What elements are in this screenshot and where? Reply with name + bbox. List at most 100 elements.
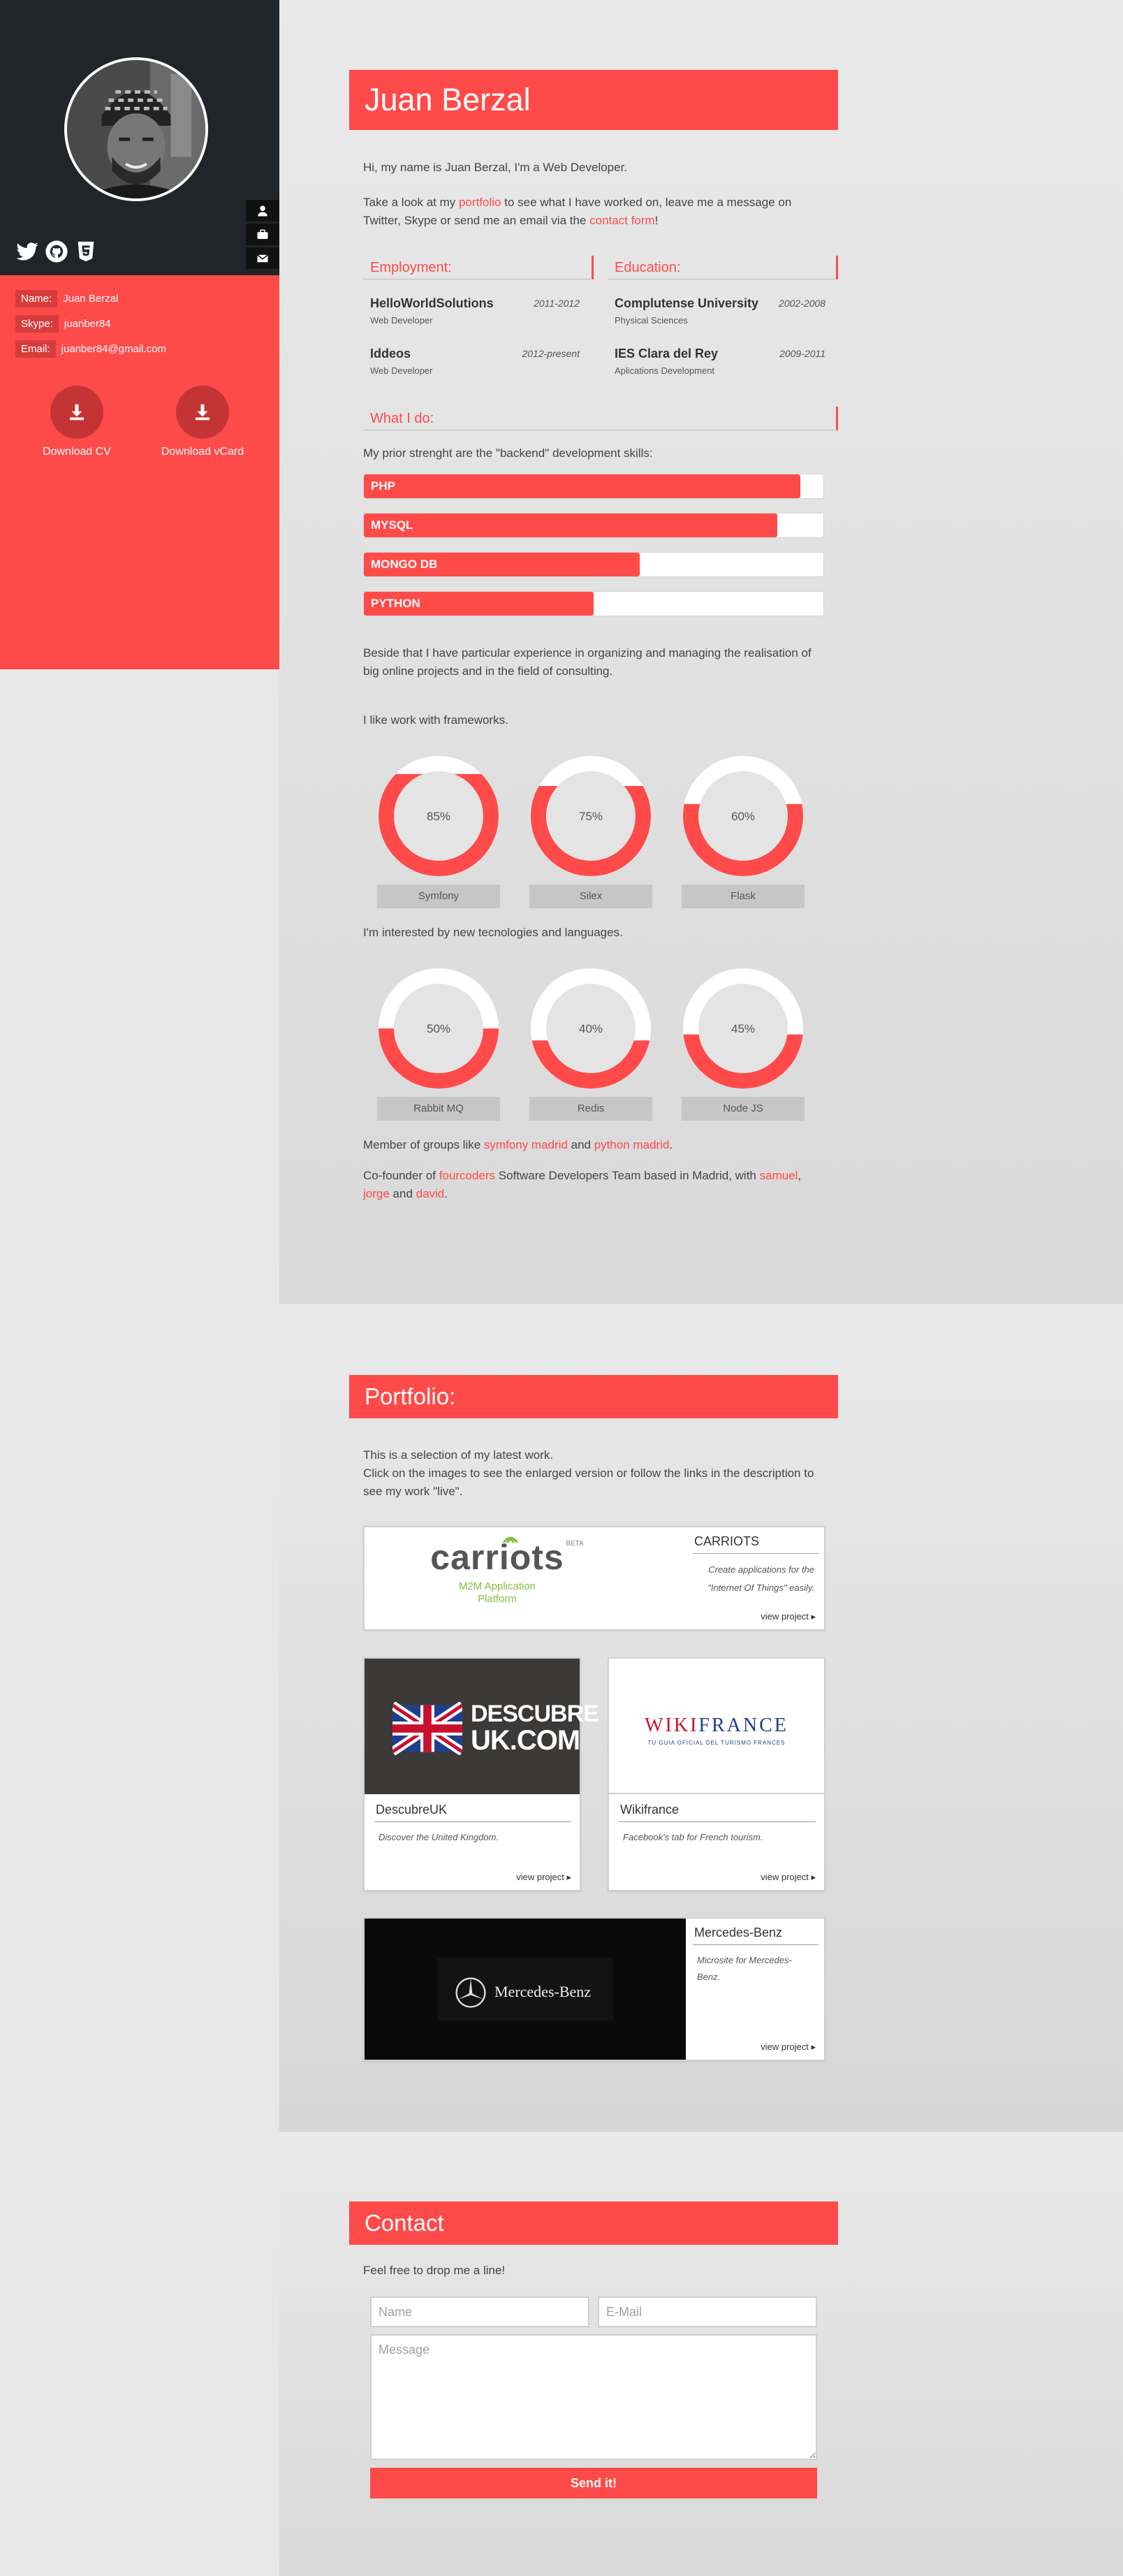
envelope-icon[interactable] — [246, 247, 279, 271]
contact-title: Contact — [365, 2210, 444, 2236]
download-vcard-label[interactable]: Download vCard — [140, 446, 265, 458]
skills-intro: My prior strenght are the "backend" deve… — [363, 446, 653, 460]
project-card-mercedes[interactable]: Mercedes-Benz Mercedes-Benz Microsite fo… — [363, 1917, 825, 2061]
email-field[interactable] — [598, 2297, 817, 2327]
mercedes-info: Mercedes-Benz Microsite for Mercedes-Ben… — [693, 1926, 819, 1993]
contact-form-link[interactable]: contact form — [589, 214, 655, 227]
david-link[interactable]: david — [416, 1187, 445, 1200]
mercedes-image[interactable]: Mercedes-Benz — [365, 1919, 686, 2060]
framework-donut: 85% Symfony — [377, 755, 500, 908]
skill-bar: PYTHON — [363, 591, 824, 616]
donut-percent: 75% — [579, 810, 603, 823]
donut-label: Silex — [529, 885, 652, 908]
project-card-descubreuk[interactable]: DESCUBRE UK.COM DescubreUK Discover the … — [363, 1657, 599, 1891]
new-tech-intro: I'm interested by new tecnologies and la… — [363, 926, 623, 939]
experience-text: Beside that I have particular experience… — [363, 646, 812, 678]
info-name: Name: Juan Berzal — [15, 289, 118, 307]
info-email-value[interactable]: juanber84@gmail.com — [61, 343, 166, 355]
view-project-link[interactable]: view project ▸ — [516, 1872, 571, 1883]
carriots-logo[interactable]: carriots BETA M2M Application Platform — [406, 1536, 588, 1606]
avatar — [64, 57, 208, 201]
skill-fill — [364, 474, 801, 498]
html5-icon[interactable] — [74, 240, 98, 263]
donut-percent: 60% — [731, 810, 755, 823]
portfolio-link[interactable]: portfolio — [459, 196, 501, 209]
donut-chart: 45% — [683, 968, 803, 1089]
view-project-link[interactable]: view project ▸ — [761, 2042, 816, 2053]
download-icon[interactable] — [50, 386, 103, 439]
employment-item: Iddeos 2012-present Web Developer — [370, 347, 580, 376]
info-email: Email: juanber84@gmail.com — [15, 340, 166, 358]
cofounder-text: Co-founder of fourcoders Software Develo… — [363, 1169, 802, 1200]
employment-heading: Employment: — [363, 256, 594, 279]
donut-chart: 60% — [683, 756, 803, 876]
user-icon[interactable] — [246, 200, 279, 224]
download-cv-label[interactable]: Download CV — [14, 446, 140, 458]
take-look-text: Take a look at my portfolio to see what … — [363, 196, 792, 227]
info-name-label: Name: — [15, 289, 58, 307]
education-heading: Education: — [608, 256, 838, 279]
tech-donut: 45% Node JS — [682, 967, 805, 1121]
send-button[interactable]: Send it! — [370, 2468, 817, 2498]
message-field[interactable] — [370, 2334, 817, 2460]
donut-chart: 85% — [379, 756, 499, 876]
portfolio-section: Portfolio: This is a selection of my lat… — [279, 1303, 1123, 2131]
download-icon[interactable] — [176, 386, 229, 439]
info-skype: Skype: juanber84 — [15, 314, 111, 333]
education-item: IES Clara del Rey 2009-2011 Aplications … — [615, 347, 825, 376]
framework-donut: 75% Silex — [529, 755, 652, 908]
donut-percent: 85% — [427, 810, 450, 823]
intro-text: Hi, my name is Juan Berzal, I'm a Web De… — [363, 161, 628, 174]
download-cv-button[interactable]: Download CV — [14, 386, 140, 458]
about-section: Juan Berzal Hi, my name is Juan Berzal, … — [279, 0, 1123, 1303]
skill-name: MYSQL — [371, 518, 413, 532]
portfolio-title: Portfolio: — [365, 1383, 456, 1409]
project-card-wikifrance[interactable]: WIKIFRANCE TU GUIA OFICIAL DEL TURISMO F… — [608, 1657, 825, 1891]
donut-percent: 50% — [427, 1022, 450, 1035]
info-name-value: Juan Berzal — [63, 292, 119, 305]
github-icon[interactable] — [45, 240, 68, 263]
info-email-label: Email: — [15, 340, 56, 358]
skill-name: PHP — [371, 479, 395, 493]
project-card-carriots[interactable]: carriots BETA M2M Application Platform C… — [363, 1526, 825, 1631]
descubreuk-info: DescubreUK Discover the United Kingdom. — [374, 1803, 571, 1853]
descubreuk-image[interactable]: DESCUBRE UK.COM — [365, 1659, 599, 1794]
contact-section: Contact Feel free to drop me a line! Sen… — [279, 2131, 1123, 2576]
wikifrance-image[interactable]: WIKIFRANCE TU GUIA OFICIAL DEL TURISMO F… — [609, 1659, 824, 1794]
skill-bar: MONGO DB — [363, 552, 824, 577]
portfolio-intro: This is a selection of my latest work. Cl… — [363, 1448, 814, 1498]
view-project-link[interactable]: view project ▸ — [761, 1611, 816, 1622]
donut-chart: 75% — [531, 756, 651, 876]
samuel-link[interactable]: samuel — [760, 1169, 798, 1182]
skill-bar: PHP — [363, 474, 824, 499]
portfolio-header: Portfolio: — [349, 1375, 838, 1418]
twitter-icon[interactable] — [15, 240, 39, 263]
tech-donut: 40% Redis — [529, 967, 652, 1121]
view-project-link[interactable]: view project ▸ — [761, 1872, 816, 1883]
briefcase-icon[interactable] — [246, 224, 279, 247]
sidebar-info-panel: Name: Juan Berzal Skype: juanber84 Email… — [0, 275, 279, 669]
wikifrance-logo: WIKIFRANCE — [645, 1715, 788, 1736]
tech-donut: 50% Rabbit MQ — [377, 967, 500, 1121]
sidebar: Name: Juan Berzal Skype: juanber84 Email… — [0, 0, 279, 669]
jorge-link[interactable]: jorge — [363, 1187, 390, 1200]
donut-percent: 40% — [579, 1022, 603, 1035]
skill-name: PYTHON — [371, 597, 420, 610]
fourcoders-link[interactable]: fourcoders — [439, 1169, 495, 1182]
name-field[interactable] — [370, 2297, 589, 2327]
info-skype-value: juanber84 — [64, 317, 111, 330]
sidebar-profile-panel — [0, 0, 279, 275]
education-item: Complutense University 2002-2008 Physica… — [615, 296, 825, 326]
donut-label: Flask — [682, 885, 805, 908]
donut-percent: 45% — [731, 1022, 755, 1035]
page-title: Juan Berzal — [365, 82, 531, 117]
download-vcard-button[interactable]: Download vCard — [140, 386, 265, 458]
skill-fill — [364, 514, 778, 537]
python-madrid-link[interactable]: python madrid — [594, 1138, 670, 1151]
info-skype-label: Skype: — [15, 314, 59, 333]
donut-label: Redis — [529, 1097, 652, 1121]
wikifrance-info: Wikifrance Facebook's tab for French tou… — [619, 1803, 816, 1853]
skill-name: MONGO DB — [371, 558, 438, 571]
contact-header: Contact — [349, 2202, 838, 2245]
symfony-madrid-link[interactable]: symfony madrid — [484, 1138, 568, 1151]
